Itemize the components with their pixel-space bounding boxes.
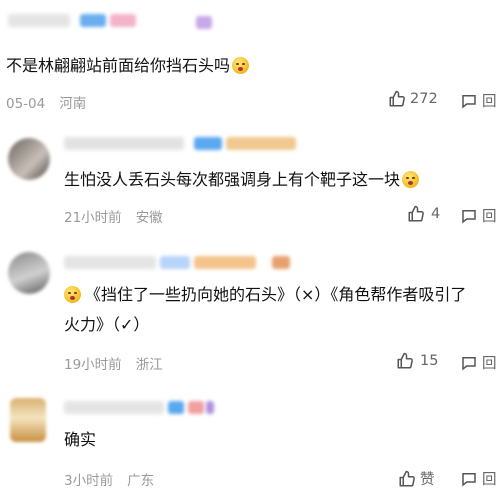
reply-label: 回 [482, 472, 497, 488]
avatar[interactable] [8, 138, 50, 180]
blurred-badge [80, 14, 106, 27]
comment-bubble-icon [462, 356, 476, 371]
comment-location: 广东 [127, 473, 155, 489]
blurred-badge [206, 401, 214, 414]
comment-meta: 3小时前 广东 [64, 469, 154, 489]
like-button[interactable]: 4 [407, 205, 440, 223]
blurred-badge [226, 137, 296, 150]
like-button[interactable]: 赞 [398, 468, 435, 489]
like-button[interactable]: 272 [388, 90, 438, 108]
like-label: 赞 [420, 472, 435, 488]
thumbs-up-icon [397, 352, 413, 369]
reply-button[interactable]: 回 [460, 468, 497, 489]
like-button[interactable]: 15 [396, 352, 438, 370]
reply-label: 回 [482, 94, 497, 110]
comment-meta: 05-04 河南 [6, 92, 86, 112]
comment-text: 生怕没人丢石头每次都强调身上有个靶子这一块 [64, 169, 420, 191]
like-count: 272 [410, 91, 438, 107]
thumbs-up-icon [399, 470, 415, 486]
reply-button[interactable]: 回 [460, 205, 497, 226]
thumbs-up-icon [408, 205, 424, 222]
blurred-badge [196, 16, 212, 29]
comment-location: 安徽 [135, 210, 163, 226]
comment-text: 不是林翩翩站前面给你挡石头吗 [6, 55, 250, 77]
blurred-badge [188, 401, 204, 414]
blurred-badge [160, 256, 190, 269]
blurred-username [64, 401, 164, 414]
comment-text: 《挡住了一些扔向她的石头》（×）《角色帮作者吸引了 [64, 284, 466, 306]
comment-date: 3小时前 [64, 473, 114, 489]
blurred-username [8, 14, 70, 27]
comment-date: 19小时前 [64, 357, 122, 373]
comment-bubble-icon [462, 94, 476, 109]
comment-text: 确实 [64, 430, 97, 449]
comment-text-line2: 火力》（✓） [64, 315, 150, 334]
like-count: 4 [431, 206, 441, 222]
blurred-username [64, 137, 184, 150]
emoji-icon [232, 57, 250, 74]
blurred-badge [272, 256, 290, 269]
comment-bubble-icon [462, 472, 476, 487]
emoji-icon [402, 171, 420, 188]
comment-date: 05-04 [6, 96, 46, 112]
blurred-badge [194, 256, 256, 269]
blurred-badge [168, 401, 184, 414]
emoji-icon [64, 286, 81, 303]
reply-label: 回 [482, 356, 497, 372]
comment-bubble-icon [462, 209, 476, 224]
like-count: 15 [420, 353, 439, 369]
blurred-badge [194, 137, 222, 150]
reply-button[interactable]: 回 [460, 90, 497, 111]
comment-location: 浙江 [135, 357, 163, 373]
comment-date: 21小时前 [64, 210, 122, 226]
avatar[interactable] [10, 398, 46, 442]
comment-meta: 19小时前 浙江 [64, 353, 163, 373]
comment-location: 河南 [59, 96, 87, 112]
blurred-badge [110, 14, 136, 27]
avatar[interactable] [8, 252, 50, 294]
reply-button[interactable]: 回 [460, 352, 497, 373]
comment-meta: 21小时前 安徽 [64, 206, 163, 226]
thumbs-up-icon [389, 90, 405, 107]
blurred-username [64, 256, 156, 269]
reply-label: 回 [482, 209, 497, 225]
